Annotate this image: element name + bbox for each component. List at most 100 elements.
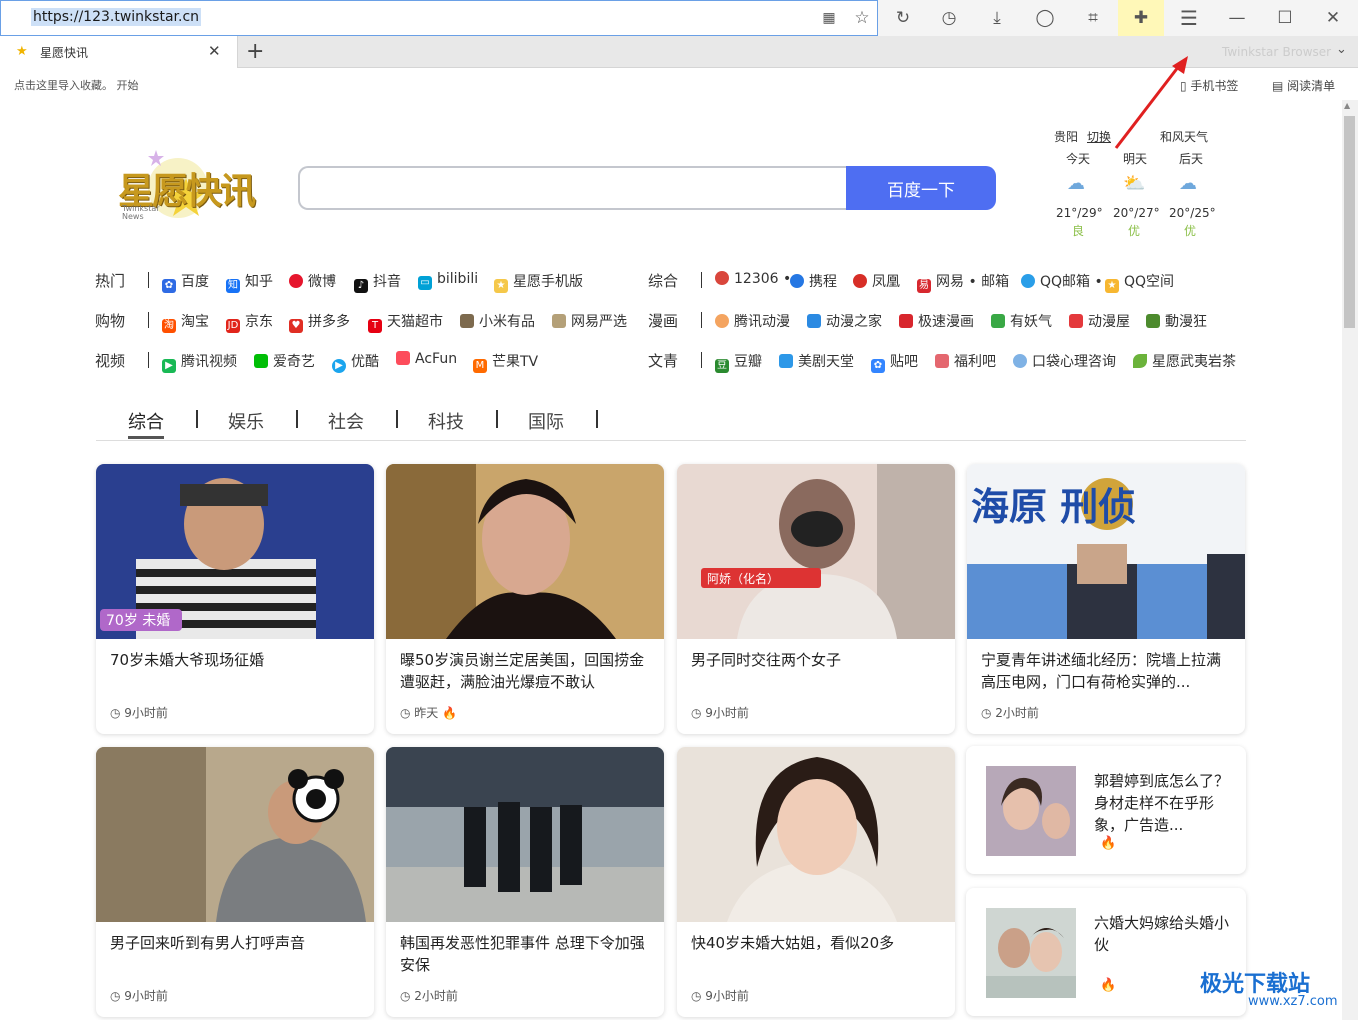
nav-link-label: 星愿手机版 [513,274,583,290]
nav-link-meijutt[interactable]: 美剧天堂 [779,351,854,371]
news-title[interactable]: 六婚大妈嫁给头婚小伙 [1094,912,1230,956]
nav-category-shopping: 购物 [95,312,126,330]
nav-link-tencent-comic[interactable]: 腾讯动漫 [715,311,790,331]
nav-link-label: 极速漫画 [918,314,974,330]
nav-link-netease-yanxuan[interactable]: 网易严选 [552,311,627,331]
nav-link-youku[interactable]: ▶ 优酷 [332,351,379,373]
nav-link-qzone[interactable]: ★ QQ空间 [1105,271,1174,293]
reading-list-button[interactable]: ▤ 阅读清单 [1272,77,1335,94]
nav-link-ctrip[interactable]: 携程 [790,271,837,291]
menu-icon[interactable]: ☰ [1166,0,1212,36]
account-icon[interactable]: ◯ [1022,0,1068,36]
nav-separator [701,352,702,368]
nav-link-qqmail[interactable]: QQ邮箱 • [1021,271,1103,291]
nav-separator [701,312,702,328]
nav-link-label: 动漫屋 [1088,314,1130,330]
news-card[interactable]: 男子回来听到有男人打呼声音 ◷ 9小时前 [96,747,374,1017]
tab-active[interactable] [0,36,238,68]
news-tab-international[interactable]: 国际 [528,408,564,434]
news-image-caption: 阿娇（化名） [707,571,779,586]
news-title[interactable]: 男子同时交往两个女子 [691,649,943,671]
import-bookmarks-link[interactable]: 点击这里导入收藏。 开始 [14,77,139,93]
news-card[interactable]: 阿娇（化名） 男子同时交往两个女子 ◷ 9小时前 [677,464,955,734]
nav-link-cartoonmad[interactable]: 動漫狂 [1146,311,1207,331]
url-text[interactable]: https://123.twinkstar.cn [31,8,202,26]
news-tab-general[interactable]: 综合 [128,408,164,434]
nav-link-dmw[interactable]: 动漫屋 [1069,311,1130,331]
nav-link-pinduoduo[interactable]: ♥ 拼多多 [289,311,350,333]
news-title[interactable]: 宁夏青年讲述缅北经历：院墙上拉满高压电网，门口有荷枪实弹的... [981,649,1233,693]
news-title[interactable]: 男子回来听到有男人打呼声音 [110,932,362,954]
nav-link-douyin[interactable]: ♪ 抖音 [354,271,401,293]
news-card[interactable]: 曝50岁演员谢兰定居美国，回国捞金遭驱赶，满脸油光爆痘不敢认 ◷ 昨天 🔥 [386,464,664,734]
tmall-icon: T [368,319,382,333]
nav-link-jisu-manhua[interactable]: 极速漫画 [899,311,974,331]
news-card[interactable]: 海原 刑侦 宁夏青年讲述缅北经历：院墙上拉满高压电网，门口有荷枪实弹的... ◷… [967,464,1245,734]
news-card-small[interactable]: 郭碧婷到底怎么了？身材走样不在乎形象，广告造... 🔥 [966,746,1246,874]
news-title[interactable]: 曝50岁演员谢兰定居美国，回国捞金遭驱赶，满脸油光爆痘不敢认 [400,649,652,693]
nav-link-wuyi-tea[interactable]: 星愿武夷岩茶 [1133,351,1236,371]
nav-link-iqiyi[interactable]: 爱奇艺 [254,351,315,371]
nav-link-acfun[interactable]: AcFun [396,351,457,367]
partly-cloudy-icon: ⛅ [1123,173,1146,194]
star-icon[interactable]: ☆ [840,0,884,36]
maximize-icon[interactable]: ☐ [1262,0,1308,36]
news-tab-tech[interactable]: 科技 [428,408,464,434]
download-icon[interactable]: ⤓ [974,0,1020,36]
news-card[interactable]: 快40岁未婚大姑姐，看似20多 ◷ 9小时前 [677,747,955,1017]
tab-close-icon[interactable]: ✕ [208,42,221,60]
clock-icon: ◷ [691,706,706,720]
nav-link-12306[interactable]: 12306 • [715,271,791,287]
logo-sub-line2: News [122,212,144,221]
nav-link-fuliba[interactable]: 福利吧 [935,351,996,371]
crop-icon[interactable]: ⌗ [1070,0,1116,36]
nav-link-u17[interactable]: 有妖气 [991,311,1052,331]
tieba-icon: ✿ [871,359,885,373]
nav-link-netease-mail[interactable]: 易网易 • 邮箱 [917,271,1009,293]
nav-dot: • [1090,274,1103,290]
nav-link-taobao[interactable]: 淘淘宝 [162,311,209,333]
weather-switch-link[interactable]: 切换 [1087,128,1111,145]
netease-icon: 易 [917,279,931,293]
nav-link-jd[interactable]: JD 京东 [226,311,273,333]
news-title[interactable]: 70岁未婚大爷现场征婚 [110,649,362,671]
news-card[interactable]: 70岁 未婚 70岁未婚大爷现场征婚 ◷ 9小时前 [96,464,374,734]
search-button[interactable]: 百度一下 [846,166,996,210]
history-icon[interactable]: ◷ [926,0,972,36]
tab-title[interactable]: 星愿快讯 [40,44,88,61]
nav-link-tieba[interactable]: ✿ 贴吧 [871,351,918,373]
nav-link-zhihu[interactable]: 知知乎 [226,271,273,293]
news-card[interactable]: 韩国再发恶性犯罪事件 总理下令加强安保 ◷ 2小时前 [386,747,664,1017]
news-image: 海原 刑侦 [967,464,1245,639]
extension-icon[interactable]: ✚ [1118,0,1164,36]
nav-link-tmall-market[interactable]: T 天猫超市 [368,311,443,333]
nav-link-baidu[interactable]: ✿ 百度 [162,271,209,293]
nav-link-label: 凤凰 [872,274,900,290]
search-input[interactable] [298,166,848,210]
nav-link-twinkstar-mobile[interactable]: ★ 星愿手机版 [494,271,583,293]
scroll-up-icon[interactable]: ▲ [1344,101,1350,110]
new-tab-button[interactable]: + [246,39,264,64]
news-tab-society[interactable]: 社会 [328,408,364,434]
hot-fire-icon: 🔥 [1100,836,1117,851]
nav-link-dmzj[interactable]: 动漫之家 [807,311,882,331]
news-title[interactable]: 韩国再发恶性犯罪事件 总理下令加强安保 [400,932,652,976]
news-title[interactable]: 快40岁未婚大姑姐，看似20多 [691,932,943,954]
scrollbar-thumb[interactable] [1344,116,1355,328]
close-icon[interactable]: ✕ [1310,0,1356,36]
news-tab-entertainment[interactable]: 娱乐 [228,408,264,434]
refresh-icon[interactable]: ↻ [880,0,926,36]
chevron-down-icon[interactable]: ⌄ [1336,42,1347,57]
nav-link-bilibili[interactable]: ▭ bilibili [418,271,478,290]
rain-cloud-icon: ☁ [1179,173,1197,194]
minimize-icon[interactable]: — [1214,0,1260,36]
nav-link-pocket-counseling[interactable]: 口袋心理咨询 [1013,351,1116,371]
nav-link-ifeng[interactable]: 凤凰 [853,271,900,291]
hot-fire-icon: 🔥 [442,706,458,720]
news-title[interactable]: 郭碧婷到底怎么了？身材走样不在乎形象，广告造... [1094,770,1230,836]
nav-link-tencent-video[interactable]: ▶ 腾讯视频 [162,351,237,373]
nav-link-mgtv[interactable]: M 芒果TV [473,351,538,373]
nav-link-weibo[interactable]: 微博 [289,271,336,291]
nav-link-xiaomi-youpin[interactable]: 小米有品 [460,311,535,331]
nav-link-douban[interactable]: 豆豆瓣 [715,351,762,373]
